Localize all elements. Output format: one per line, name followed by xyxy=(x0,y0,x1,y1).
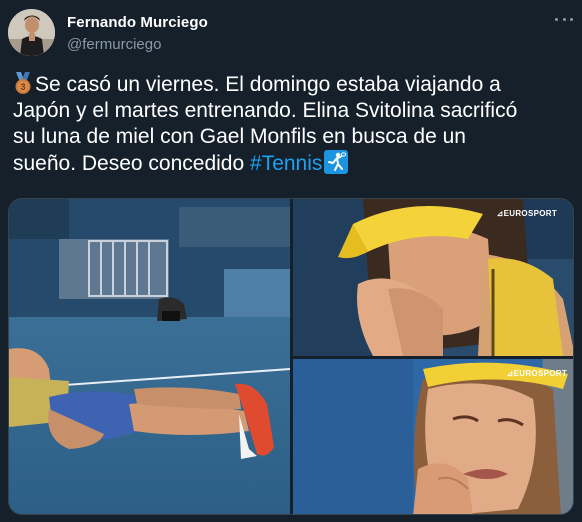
closeup-scene xyxy=(293,359,573,514)
more-options-icon[interactable] xyxy=(555,14,573,24)
more-dot xyxy=(562,17,566,21)
tweet-text-line: sueño. Deseo concedido xyxy=(13,152,245,175)
tweet-text-line: Se casó un viernes. El domingo estaba vi… xyxy=(35,73,501,96)
avatar[interactable] xyxy=(8,9,55,56)
tweet-text: 3 Se casó un viernes. El domingo estaba … xyxy=(13,72,573,177)
more-dot xyxy=(570,17,573,21)
third-place-medal-icon: 3 xyxy=(15,72,31,94)
tweet-line-2: Japón y el martes entrenando. Elina Svit… xyxy=(13,99,518,122)
tennis-player-icon xyxy=(324,150,349,174)
player-crying-hands-on-face-photo[interactable]: ⊿EUROSPORT xyxy=(293,199,573,356)
hashtag-link[interactable]: #Tennis xyxy=(250,152,322,175)
tweet-line-4: sueño. Deseo concedido #Tennis xyxy=(13,150,573,177)
crying-scene xyxy=(293,199,573,356)
media-grid: ⊿EUROSPORT ⊿EUROSPORT xyxy=(8,198,574,515)
tweet-line-3: su luna de miel con Gael Monfils en busc… xyxy=(13,125,466,148)
more-dot xyxy=(555,17,558,21)
watermark-text: ⊿EUROSPORT xyxy=(506,369,567,378)
avatar-image xyxy=(8,9,55,56)
court-scene xyxy=(9,199,290,514)
svg-text:3: 3 xyxy=(20,82,25,92)
author-handle[interactable]: @fermurciego xyxy=(67,36,161,53)
tweet-line-1: 3 Se casó un viernes. El domingo estaba … xyxy=(13,72,573,98)
tweet-card: Fernando Murciego @fermurciego 3 Se casó… xyxy=(0,0,582,522)
player-lying-on-court-photo[interactable] xyxy=(9,199,290,514)
watermark-text: ⊿EUROSPORT xyxy=(496,209,557,218)
author-display-name[interactable]: Fernando Murciego xyxy=(67,14,208,31)
player-crying-closeup-photo[interactable]: ⊿EUROSPORT xyxy=(293,359,573,514)
